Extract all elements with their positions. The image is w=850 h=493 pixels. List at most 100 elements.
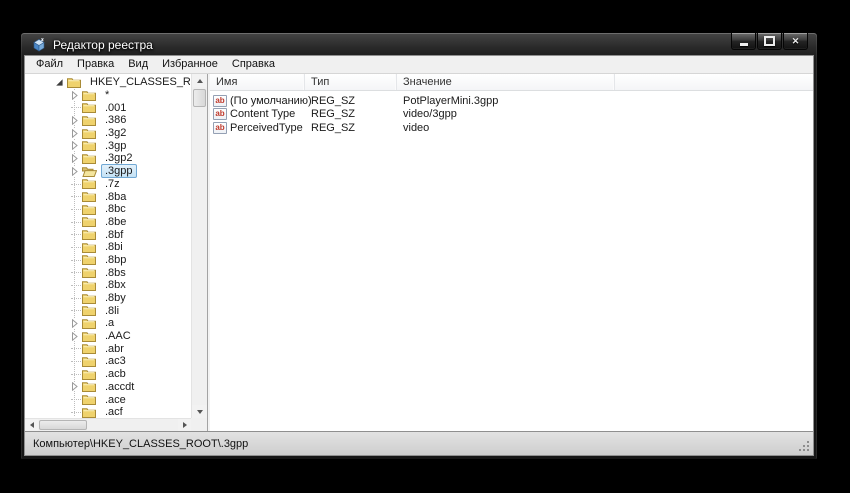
string-value-icon: ab [213, 122, 227, 134]
folder-icon [82, 280, 97, 291]
tree-item[interactable]: .3gp2 [25, 152, 190, 165]
minimize-icon [740, 43, 748, 46]
tree-item-label[interactable]: .AAC [101, 329, 135, 343]
tree-item-label[interactable]: .8bp [101, 253, 130, 267]
menu-item-file[interactable]: Файл [29, 56, 70, 73]
tree-item[interactable]: .8by [25, 292, 190, 305]
tree-item-label[interactable]: .8by [101, 291, 130, 305]
vertical-scroll-thumb[interactable] [193, 89, 206, 107]
column-header-value[interactable]: Значение [397, 74, 615, 90]
menu-item-view[interactable]: Вид [121, 56, 155, 73]
value-name-cell[interactable]: abPerceivedType [210, 122, 305, 134]
folder-icon [82, 343, 97, 354]
registry-tree: HKEY_CLASSES_ROOT*.001.386.3g2.3gp.3gp2.… [25, 76, 190, 418]
scroll-right-button[interactable] [178, 419, 191, 431]
expander-expanded-icon[interactable] [55, 78, 64, 87]
tree-item[interactable]: .8bf [25, 228, 190, 241]
value-name-cell[interactable]: ab(По умолчанию) [210, 95, 305, 107]
tree-item[interactable]: .ac3 [25, 355, 190, 368]
folder-icon [82, 216, 97, 227]
status-path: Компьютер\HKEY_CLASSES_ROOT\.3gpp [33, 438, 248, 450]
tree-item[interactable]: .ace [25, 393, 190, 406]
expander-collapsed-icon[interactable] [70, 154, 79, 163]
tree-item[interactable]: .3gp [25, 139, 190, 152]
expander-collapsed-icon[interactable] [70, 382, 79, 391]
tree-item[interactable]: .accdt [25, 381, 190, 394]
folder-icon [82, 331, 97, 342]
expander-collapsed-icon[interactable] [70, 91, 79, 100]
expander-collapsed-icon[interactable] [70, 332, 79, 341]
tree-item[interactable]: .acb [25, 368, 190, 381]
expander-collapsed-icon[interactable] [70, 129, 79, 138]
tree-item[interactable]: .8ba [25, 190, 190, 203]
folder-icon [82, 191, 97, 202]
tree-item[interactable]: .abr [25, 342, 190, 355]
tree-vertical-scrollbar[interactable] [191, 74, 207, 418]
folder-icon [82, 140, 97, 151]
value-name: PerceivedType [230, 122, 303, 134]
value-row[interactable]: ab(По умолчанию)REG_SZPotPlayerMini.3gpp [210, 94, 813, 108]
value-data: PotPlayerMini.3gpp [397, 95, 615, 107]
tree-item[interactable]: .8bs [25, 266, 190, 279]
tree-item[interactable]: .386 [25, 114, 190, 127]
column-header-name[interactable]: Имя [210, 74, 305, 90]
tree-item-label[interactable]: .7z [101, 177, 124, 191]
scrollbar-corner [191, 418, 207, 431]
registry-editor-window: Редактор реестра ✕ ФайлПравкаВидИзбранно… [20, 32, 818, 460]
tree-item[interactable]: * [25, 89, 190, 102]
value-type: REG_SZ [305, 95, 397, 107]
folder-icon [82, 407, 97, 418]
tree-item[interactable]: .3g2 [25, 127, 190, 140]
tree-horizontal-scrollbar[interactable] [25, 418, 191, 431]
tree-item[interactable]: .a [25, 317, 190, 330]
tree-item[interactable]: HKEY_CLASSES_ROOT [25, 76, 190, 89]
tree-item[interactable]: .7z [25, 178, 190, 191]
maximize-button[interactable] [757, 33, 782, 50]
tree-item-label[interactable]: .accdt [101, 380, 138, 394]
scroll-down-button[interactable] [192, 405, 207, 418]
tree-item[interactable]: .AAC [25, 330, 190, 343]
menu-item-edit[interactable]: Правка [70, 56, 121, 73]
value-data: video/3gpp [397, 108, 615, 120]
titlebar[interactable]: Редактор реестра ✕ [21, 33, 817, 56]
expander-collapsed-icon[interactable] [70, 116, 79, 125]
scroll-up-button[interactable] [192, 74, 207, 87]
arrow-right-icon [183, 422, 187, 428]
tree-item-label[interactable]: .3g2 [101, 126, 130, 140]
tree-item[interactable]: .8bi [25, 241, 190, 254]
tree-item[interactable]: .acf [25, 406, 190, 418]
tree-item-label[interactable]: .acf [101, 405, 127, 418]
main-area: HKEY_CLASSES_ROOT*.001.386.3g2.3gp.3gp2.… [25, 73, 813, 431]
tree-item[interactable]: .8bc [25, 203, 190, 216]
column-header-type[interactable]: Тип [305, 74, 397, 90]
tree-item-label[interactable]: * [101, 88, 113, 102]
value-row[interactable]: abContent TypeREG_SZvideo/3gpp [210, 108, 813, 122]
expander-collapsed-icon[interactable] [70, 319, 79, 328]
scroll-left-button[interactable] [25, 419, 38, 431]
open-folder-icon [82, 166, 97, 177]
arrow-down-icon [197, 410, 203, 414]
tree-item[interactable]: .8li [25, 304, 190, 317]
tree-item[interactable]: .001 [25, 101, 190, 114]
tree-item[interactable]: .8be [25, 216, 190, 229]
folder-icon [82, 242, 97, 253]
expander-collapsed-icon[interactable] [70, 167, 79, 176]
resize-grip[interactable] [798, 440, 810, 452]
value-row[interactable]: abPerceivedTypeREG_SZvideo [210, 121, 813, 135]
menu-item-favorites[interactable]: Избранное [155, 56, 225, 73]
arrow-left-icon [30, 422, 34, 428]
expander-collapsed-icon[interactable] [70, 141, 79, 150]
value-name-cell[interactable]: abContent Type [210, 108, 305, 120]
tree-item[interactable]: .8bx [25, 279, 190, 292]
value-data: video [397, 122, 615, 134]
tree-item[interactable]: .3gpp [25, 165, 190, 178]
tree-item[interactable]: .8bp [25, 254, 190, 267]
tree-item-label[interactable]: .8be [101, 215, 130, 229]
folder-icon [82, 115, 97, 126]
close-icon: ✕ [792, 37, 800, 46]
horizontal-scroll-thumb[interactable] [39, 420, 87, 430]
folder-icon [82, 381, 97, 392]
minimize-button[interactable] [731, 33, 756, 50]
close-button[interactable]: ✕ [783, 33, 808, 50]
menu-item-help[interactable]: Справка [225, 56, 282, 73]
